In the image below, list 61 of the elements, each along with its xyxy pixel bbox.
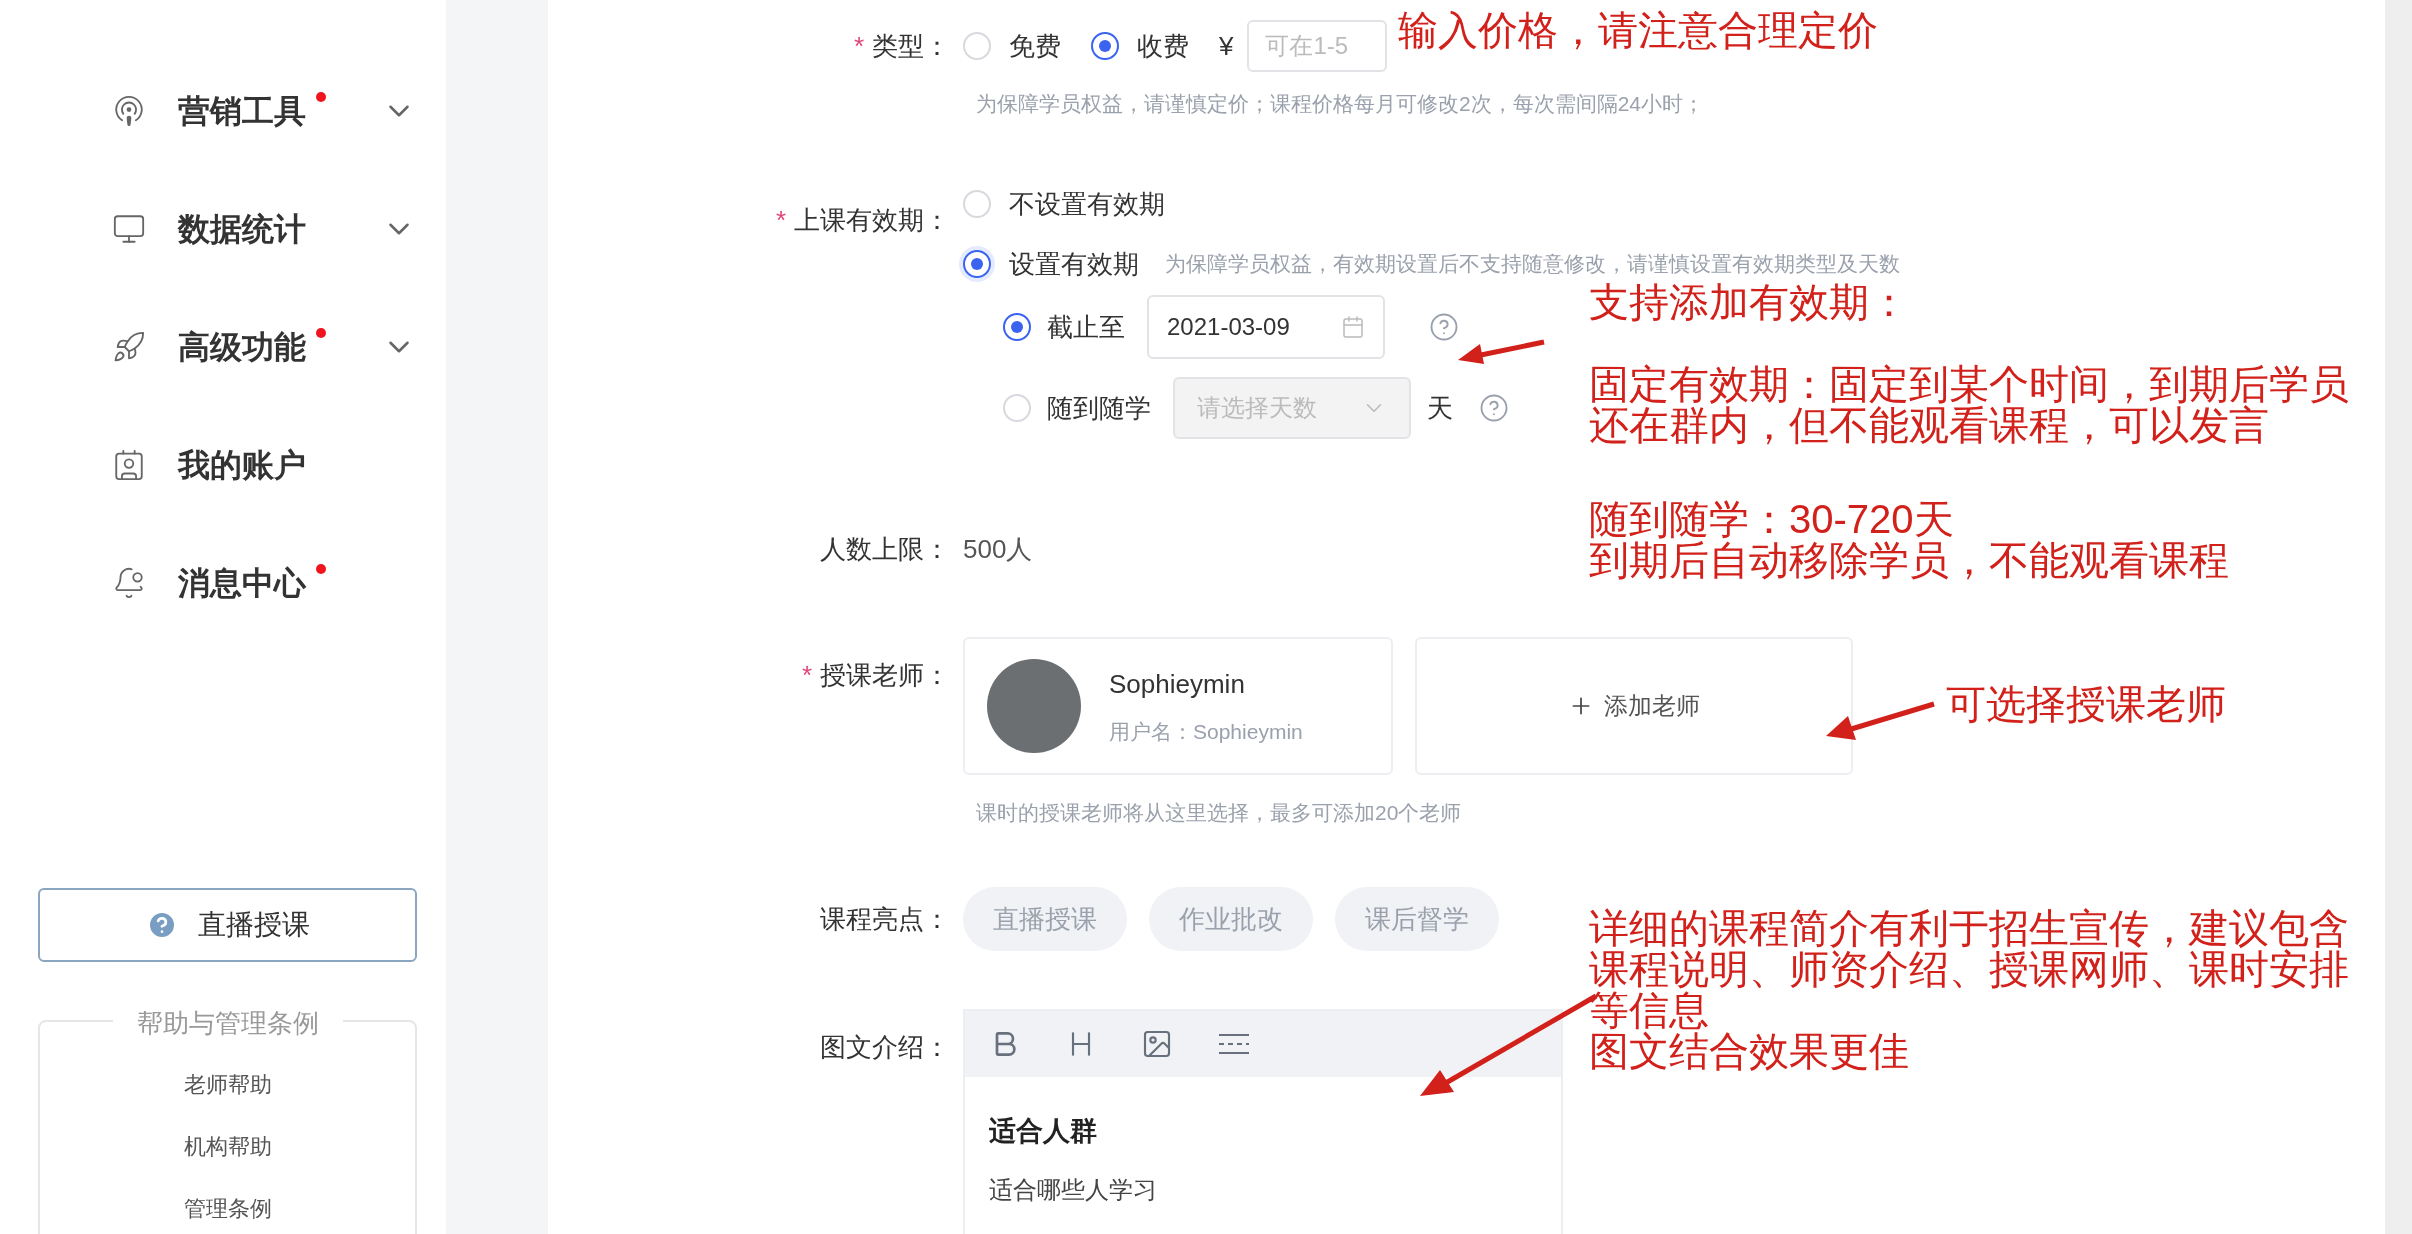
option-label: 收费 <box>1137 29 1189 63</box>
nav-icon <box>112 94 146 128</box>
option-label: 免费 <box>1009 29 1061 63</box>
nav-icon <box>112 566 146 600</box>
option-label: 不设置有效期 <box>1009 187 1165 221</box>
content-text: 适合哪些人学习 <box>989 1174 1158 1205</box>
required-mark: * <box>775 203 786 237</box>
annotation-text: 详细的课程简介有利于招生宣传，建议包含 <box>1589 908 2349 949</box>
hint-text: 为保障学员权益，有效期设置后不支持随意修改，请谨慎设置有效期类型及天数 <box>1165 251 1900 278</box>
nav-icon <box>112 330 146 364</box>
field-label: 上课有效期： <box>794 203 950 237</box>
sidebar-item[interactable]: 消息中心 <box>0 524 446 642</box>
field-label: 授课老师： <box>820 658 950 692</box>
content-heading: 适合人群 <box>989 1115 1098 1148</box>
sidebar-item[interactable]: 我的账户 <box>0 406 446 524</box>
add-teacher-button[interactable]: 添加老师 <box>1415 637 1853 775</box>
annotation-text: 到期后自动移除学员，不能观看课程 <box>1589 540 2229 581</box>
currency-symbol: ¥ <box>1219 29 1234 63</box>
annotation-text: 固定有效期：固定到某个时间，到期后学员 <box>1589 364 2349 405</box>
nav-icon <box>112 212 146 246</box>
option-label: 设置有效期 <box>1009 247 1139 281</box>
date-field[interactable]: 2021-03-09 <box>1147 295 1385 359</box>
field-label: 课程亮点： <box>820 902 950 936</box>
live-teaching-button[interactable]: 直播授课 <box>38 888 417 962</box>
annotation-text: 随到随学：30-720天 <box>1589 499 1955 540</box>
hint-text: 课时的授课老师将从这里选择，最多可添加20个老师 <box>976 801 1462 825</box>
teacher-name: Sophieymin <box>1109 667 1246 701</box>
radio-button[interactable] <box>1091 32 1119 60</box>
unit-label: 天 <box>1427 391 1453 425</box>
help-link[interactable]: 机构帮助 <box>183 1133 272 1161</box>
help-icon[interactable] <box>1479 393 1509 423</box>
teacher-username: 用户名：Sophieymin <box>1109 718 1303 745</box>
annotation-text: 支持添加有效期： <box>1589 282 1909 323</box>
divider-icon[interactable] <box>1217 1032 1251 1056</box>
calendar-icon <box>1341 315 1365 339</box>
annotation-text: 等信息 <box>1589 990 1710 1031</box>
help-link[interactable]: 管理条例 <box>183 1195 272 1223</box>
nav-icon <box>112 448 146 482</box>
rich-text-editor[interactable]: 适合人群 适合哪些人学习 <box>963 1009 1563 1234</box>
annotation-text: 还在群内，但不能观看课程，可以发言 <box>1589 405 2270 446</box>
field-label: 类型： <box>872 29 950 63</box>
annotation-text: 图文结合效果更佳 <box>1589 1031 1910 1072</box>
capacity-value: 500人 <box>963 533 1033 566</box>
option-label: 截止至 <box>1047 310 1125 344</box>
radio-button[interactable] <box>1003 313 1031 341</box>
image-icon[interactable] <box>1141 1028 1173 1060</box>
annotation-text: 可选择授课老师 <box>1946 684 2226 725</box>
sidebar-item[interactable]: 高级功能 <box>0 288 446 406</box>
annotation-text: 输入价格，请注意合理定价 <box>1398 10 1878 51</box>
required-mark: * <box>801 658 812 692</box>
field-label: 人数上限： <box>820 533 950 566</box>
annotation-text: 课程说明、师资介绍、授课网师、课时安排 <box>1589 949 2349 990</box>
hint-text: 为保障学员权益，请谨慎定价；课程价格每月可修改2次，每次需间隔24小时； <box>976 92 1705 116</box>
field-label: 图文介绍： <box>820 1030 950 1064</box>
sidebar-item[interactable]: 营销工具 <box>0 52 446 170</box>
sidebar-item[interactable]: 数据统计 <box>0 170 446 288</box>
option-label: 随到随学 <box>1047 391 1151 425</box>
help-link[interactable]: 老师帮助 <box>183 1071 272 1099</box>
help-icon[interactable] <box>1429 312 1459 342</box>
required-mark: * <box>853 29 864 63</box>
price-input[interactable]: 可在1-5 <box>1247 20 1388 72</box>
